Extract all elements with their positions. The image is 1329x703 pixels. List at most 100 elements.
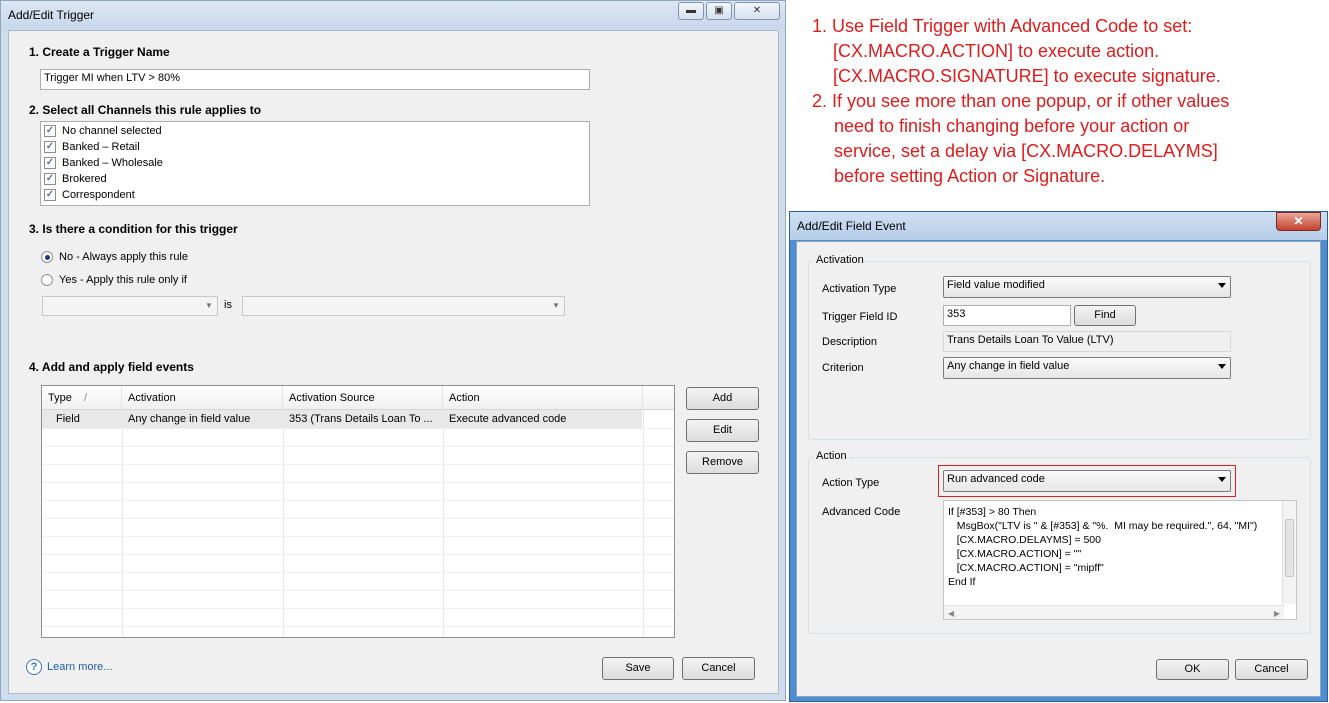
criterion-select[interactable]: Any change in field value	[943, 357, 1231, 379]
channel-item[interactable]: ✓ Brokered	[44, 171, 107, 187]
trigger-field-label: Trigger Field ID	[822, 311, 898, 323]
action-type-select[interactable]: Run advanced code	[943, 470, 1231, 492]
minimize-button[interactable]: ▬	[678, 2, 704, 20]
chevron-down-icon	[1218, 364, 1226, 369]
step3-heading: 3. Is there a condition for this trigger	[29, 222, 238, 236]
radio-yes-condition[interactable]	[41, 274, 53, 286]
note-1-line: [CX.MACRO.SIGNATURE] to execute signatur…	[833, 66, 1221, 86]
activation-type-select[interactable]: Field value modified	[943, 276, 1231, 298]
chevron-down-icon	[1218, 283, 1226, 288]
column-header-activation-source[interactable]: Activation Source	[283, 386, 443, 410]
cell-activation: Any change in field value	[128, 413, 251, 425]
scroll-left-icon[interactable]: ◀	[948, 607, 954, 621]
row-divider	[42, 518, 674, 519]
action-group-label: Action	[814, 450, 849, 462]
remove-button[interactable]: Remove	[686, 451, 759, 474]
chevron-down-icon: ▼	[552, 301, 560, 310]
window-title: Add/Edit Field Event	[797, 219, 906, 233]
learn-more-link[interactable]: Learn more...	[47, 661, 112, 673]
column-divider	[643, 410, 644, 637]
cancel-button[interactable]: Cancel	[1235, 659, 1308, 680]
radio-no-label: No - Always apply this rule	[59, 251, 188, 263]
radio-selected-icon	[45, 255, 50, 260]
vertical-scrollbar[interactable]	[1282, 501, 1296, 604]
column-divider	[122, 410, 123, 637]
note-2-text: If you see more than one popup, or if ot…	[832, 91, 1230, 111]
chevron-down-icon	[1218, 477, 1226, 482]
checkbox-checked-icon[interactable]: ✓	[44, 141, 56, 153]
scrollbar-thumb[interactable]	[1285, 519, 1294, 577]
maximize-button[interactable]: ▣	[706, 2, 732, 20]
field-event-window: Add/Edit Field Event ✕ Activation Activa…	[789, 211, 1328, 702]
ok-button[interactable]: OK	[1156, 659, 1229, 680]
criterion-label: Criterion	[822, 362, 864, 374]
step1-heading: 1. Create a Trigger Name	[29, 45, 170, 59]
trigger-window-titlebar[interactable]: Add/Edit Trigger ▬ ▣ ✕	[1, 1, 785, 29]
step4-heading: 4. Add and apply field events	[29, 360, 194, 374]
field-event-titlebar[interactable]: Add/Edit Field Event ✕	[790, 212, 1327, 240]
table-row[interactable]: Field Any change in field value 353 (Tra…	[42, 410, 642, 428]
save-button[interactable]: Save	[602, 657, 674, 680]
close-button[interactable]: ✕	[1276, 212, 1321, 231]
radio-no-condition[interactable]	[41, 251, 53, 263]
row-divider	[42, 608, 674, 609]
activation-type-value: Field value modified	[947, 279, 1045, 291]
row-divider	[42, 464, 674, 465]
row-divider	[42, 500, 674, 501]
description-field: Trans Details Loan To Value (LTV)	[943, 331, 1231, 352]
column-header-action[interactable]: Action	[443, 386, 643, 410]
channel-item[interactable]: ✓ No channel selected	[44, 123, 162, 139]
row-divider	[42, 446, 674, 447]
channel-label: Banked – Wholesale	[62, 157, 163, 169]
cell-activation-source: 353 (Trans Details Loan To ...	[289, 413, 433, 425]
trigger-window-body: 1. Create a Trigger Name Trigger MI when…	[8, 30, 779, 694]
column-divider	[443, 410, 444, 637]
field-events-table: Type / Activation Activation Source Acti…	[41, 385, 675, 638]
condition-field-select[interactable]: ▼	[42, 296, 218, 316]
find-button[interactable]: Find	[1074, 305, 1136, 326]
note-1-text: Use Field Trigger with Advanced Code to …	[832, 16, 1193, 36]
note-1-line: [CX.MACRO.ACTION] to execute action.	[833, 41, 1160, 61]
edit-button[interactable]: Edit	[686, 419, 759, 442]
note-1-number: 1.	[812, 16, 828, 36]
checkbox-checked-icon[interactable]: ✓	[44, 125, 56, 137]
channel-item[interactable]: ✓ Correspondent	[44, 187, 135, 203]
checkbox-checked-icon[interactable]: ✓	[44, 189, 56, 201]
checkbox-checked-icon[interactable]: ✓	[44, 157, 56, 169]
note-2-line: before setting Action or Signature.	[834, 166, 1106, 186]
cancel-button[interactable]: Cancel	[682, 657, 755, 680]
sort-icon: /	[84, 392, 88, 404]
cell-type: Field	[56, 413, 80, 425]
horizontal-scrollbar[interactable]: ◀ ▶	[944, 605, 1284, 619]
checkbox-checked-icon[interactable]: ✓	[44, 173, 56, 185]
scroll-right-icon[interactable]: ▶	[1274, 607, 1280, 621]
trigger-name-input[interactable]: Trigger MI when LTV > 80%	[40, 69, 590, 90]
cell-action: Execute advanced code	[449, 413, 567, 425]
advanced-code-editor[interactable]: If [#353] > 80 Then MsgBox("LTV is " & […	[943, 500, 1297, 620]
add-button[interactable]: Add	[686, 387, 759, 410]
condition-value-select[interactable]: ▼	[242, 296, 565, 316]
close-button[interactable]: ✕	[734, 2, 780, 20]
note-2-line: need to finish changing before your acti…	[834, 116, 1190, 136]
row-divider	[42, 572, 674, 573]
column-header-type[interactable]: Type /	[42, 386, 122, 410]
channel-item[interactable]: ✓ Banked – Retail	[44, 139, 140, 155]
action-type-label: Action Type	[822, 477, 880, 489]
channel-item[interactable]: ✓ Banked – Wholesale	[44, 155, 163, 171]
step2-heading: 2. Select all Channels this rule applies…	[29, 103, 262, 117]
chevron-down-icon: ▼	[205, 301, 213, 310]
note-2-line: service, set a delay via [CX.MACRO.DELAY…	[834, 141, 1218, 161]
channel-label: Correspondent	[62, 189, 135, 201]
column-header-activation[interactable]: Activation	[122, 386, 283, 410]
help-icon[interactable]: ?	[26, 659, 42, 675]
channel-list: ✓ No channel selected ✓ Banked – Retail …	[40, 121, 590, 206]
row-divider	[42, 554, 674, 555]
row-divider	[42, 536, 674, 537]
criterion-value: Any change in field value	[947, 360, 1070, 372]
is-label: is	[224, 299, 232, 311]
activation-group-label: Activation	[814, 254, 866, 266]
row-divider	[42, 482, 674, 483]
advanced-code-text: If [#353] > 80 Then MsgBox("LTV is " & […	[948, 506, 1258, 588]
trigger-field-input[interactable]: 353	[943, 305, 1071, 326]
activation-type-label: Activation Type	[822, 283, 897, 295]
